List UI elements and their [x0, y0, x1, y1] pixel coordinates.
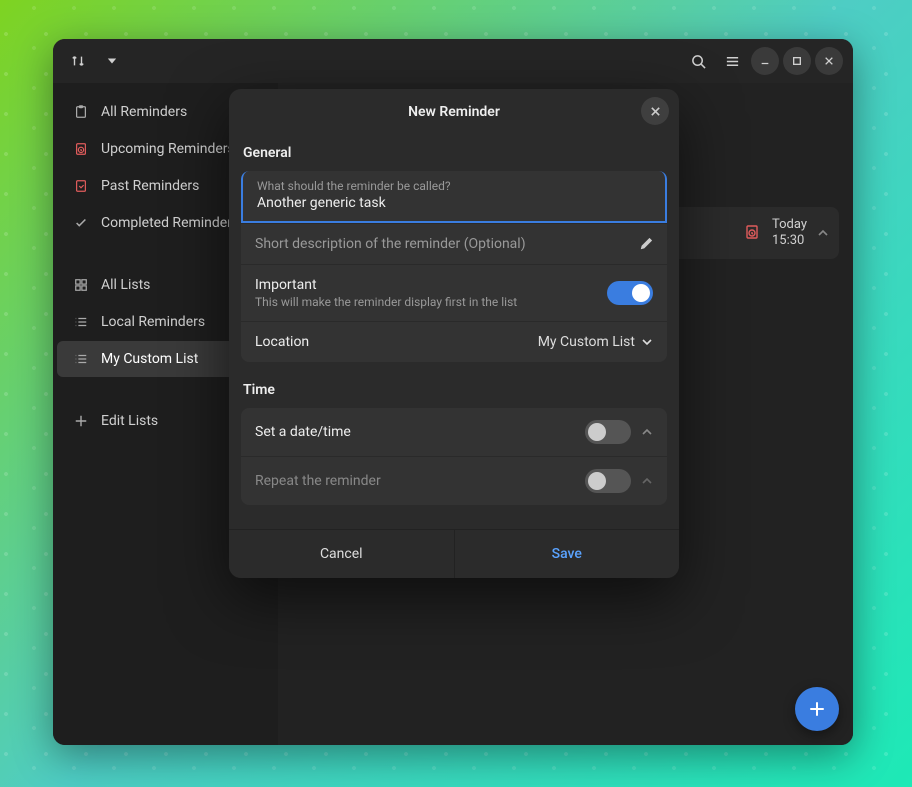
check-icon — [73, 215, 89, 231]
save-button[interactable]: Save — [455, 530, 680, 578]
plus-icon — [73, 413, 89, 429]
location-row[interactable]: Location My Custom List — [241, 321, 667, 362]
add-reminder-fab[interactable] — [795, 687, 839, 731]
titlebar — [53, 39, 853, 83]
sidebar-item-label: All Lists — [101, 277, 150, 293]
repeat-row: Repeat the reminder — [241, 456, 667, 505]
sidebar-item-label: Past Reminders — [101, 178, 199, 194]
chevron-up-icon — [817, 227, 829, 239]
window-maximize[interactable] — [783, 47, 811, 75]
important-sub: This will make the reminder display firs… — [255, 295, 517, 309]
sidebar-item-label: Local Reminders — [101, 314, 205, 330]
list-icon — [73, 351, 89, 367]
chevron-down-icon — [641, 336, 653, 348]
location-value: My Custom List — [538, 334, 635, 350]
description-placeholder: Short description of the reminder (Optio… — [255, 236, 526, 252]
sidebar-item-label: My Custom List — [101, 351, 198, 367]
repeat-toggle[interactable] — [585, 469, 631, 493]
clipboard-clock-icon — [744, 224, 762, 242]
grid-icon — [73, 277, 89, 293]
section-general: General — [241, 139, 667, 171]
repeat-label: Repeat the reminder — [255, 473, 381, 489]
sidebar-item-label: All Reminders — [101, 104, 187, 120]
clipboard-clock-icon — [73, 141, 89, 157]
important-label: Important — [255, 277, 517, 293]
cancel-button[interactable]: Cancel — [229, 530, 455, 578]
list-icon — [73, 314, 89, 330]
task-time: 15:30 — [772, 233, 807, 249]
name-field-row[interactable]: What should the reminder be called? — [241, 171, 667, 223]
set-datetime-row: Set a date/time — [241, 408, 667, 456]
sidebar-item-label: Completed Reminders — [101, 215, 239, 231]
search-button[interactable] — [683, 46, 713, 76]
important-toggle[interactable] — [607, 281, 653, 305]
sidebar-item-label: Edit Lists — [101, 413, 158, 429]
sort-button[interactable] — [63, 46, 93, 76]
sort-dropdown[interactable] — [97, 46, 127, 76]
pencil-icon — [639, 237, 653, 251]
name-hint: What should the reminder be called? — [257, 179, 651, 193]
set-datetime-label: Set a date/time — [255, 424, 351, 440]
description-row[interactable]: Short description of the reminder (Optio… — [241, 223, 667, 264]
dialog-title: New Reminder — [408, 104, 500, 120]
location-label: Location — [255, 334, 309, 350]
sidebar-item-label: Upcoming Reminders — [101, 141, 235, 157]
set-datetime-toggle[interactable] — [585, 420, 631, 444]
section-time: Time — [241, 376, 667, 408]
new-reminder-dialog: New Reminder General What should the rem… — [229, 89, 679, 578]
clipboard-icon — [73, 104, 89, 120]
task-day: Today — [772, 217, 807, 233]
window-minimize[interactable] — [751, 47, 779, 75]
clipboard-past-icon — [73, 178, 89, 194]
chevron-up-icon — [641, 475, 653, 487]
dialog-close-button[interactable] — [641, 97, 669, 125]
window-close[interactable] — [815, 47, 843, 75]
chevron-up-icon[interactable] — [641, 426, 653, 438]
important-row: Important This will make the reminder di… — [241, 264, 667, 321]
hamburger-menu[interactable] — [717, 46, 747, 76]
app-window: All Reminders Upcoming Reminders Past Re… — [53, 39, 853, 745]
reminder-name-input[interactable] — [257, 195, 651, 211]
